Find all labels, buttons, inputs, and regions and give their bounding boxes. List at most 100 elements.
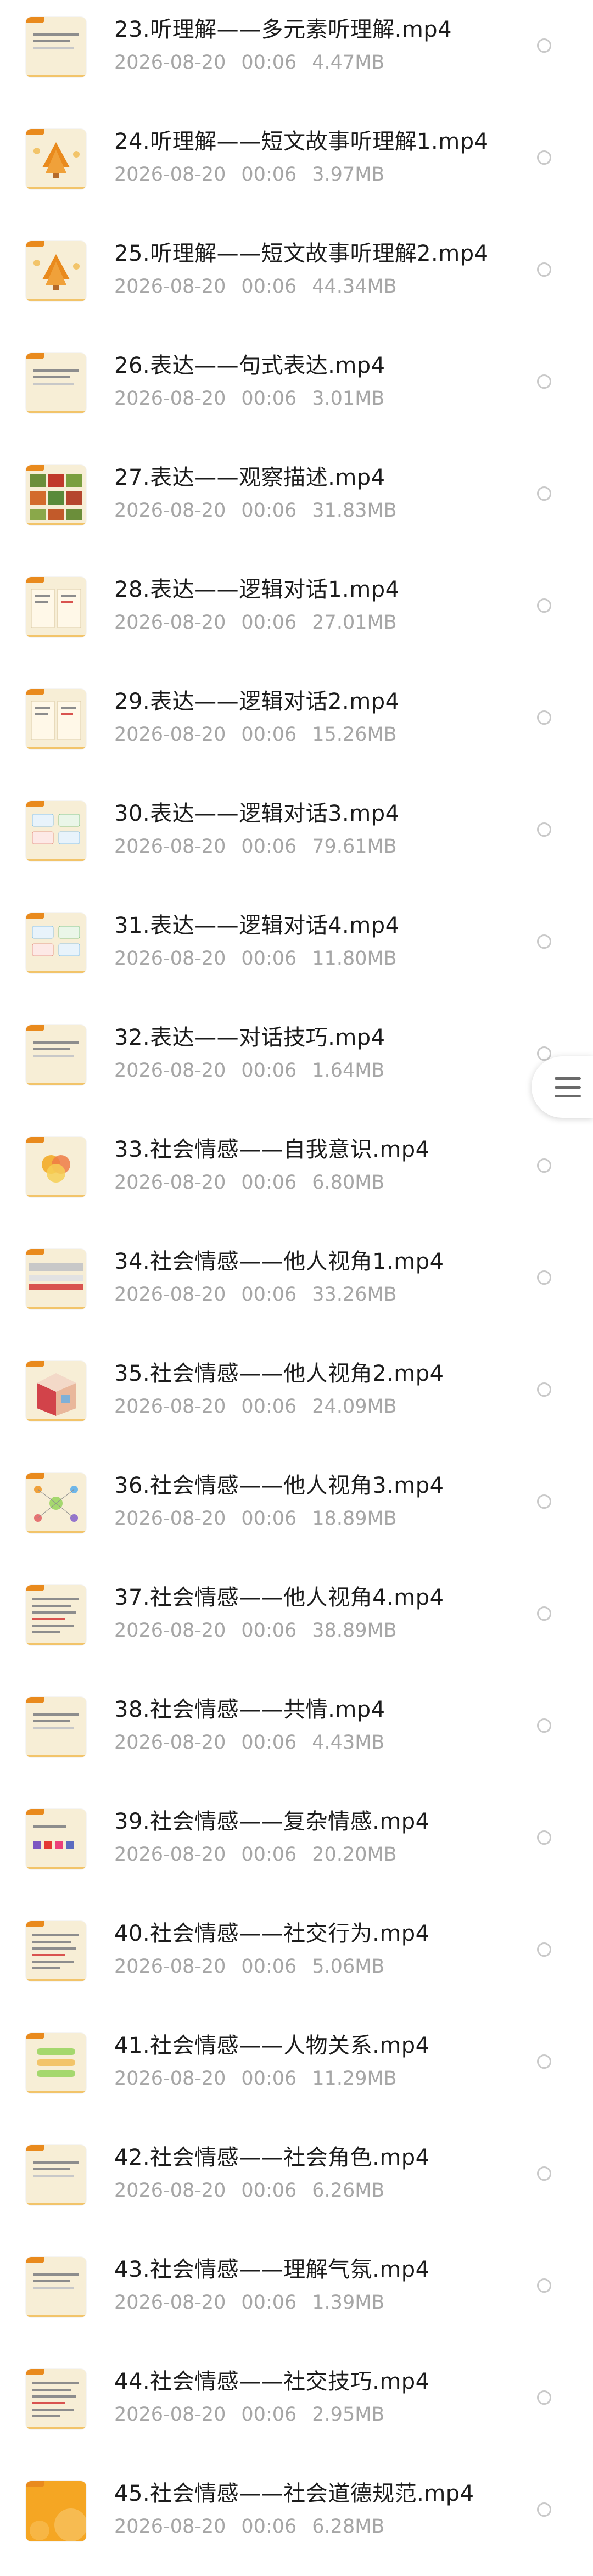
file-size: 79.61MB (312, 836, 397, 858)
video-thumbnail (26, 2481, 86, 2541)
file-row[interactable]: 35.社会情感——他人视角2.mp4 2026-08-20 00:06 24.09MB (0, 1344, 593, 1456)
file-meta: 2026-08-20 00:06 24.09MB (114, 1395, 412, 1419)
file-size: 4.43MB (312, 1732, 385, 1754)
file-row[interactable]: 31.表达——逻辑对话4.mp4 2026-08-20 00:06 11.80MB (0, 896, 593, 1008)
file-row[interactable]: 36.社会情感——他人视角3.mp4 2026-08-20 00:06 18.89MB (0, 1456, 593, 1568)
select-radio[interactable] (537, 1942, 551, 1957)
file-meta: 2026-08-20 00:06 3.97MB (114, 163, 400, 187)
file-row[interactable]: 44.社会情感——社交技巧.mp4 2026-08-20 00:06 2.95MB (0, 2352, 593, 2464)
file-row[interactable]: 33.社会情感——自我意识.mp4 2026-08-20 00:06 6.80MB (0, 1120, 593, 1232)
select-radio[interactable] (537, 262, 551, 277)
file-row[interactable]: 28.表达——逻辑对话1.mp4 2026-08-20 00:06 27.01MB (0, 560, 593, 672)
file-meta: 2026-08-20 00:06 11.80MB (114, 947, 412, 971)
file-date: 2026-08-20 (114, 2404, 226, 2426)
file-row[interactable]: 41.社会情感——人物关系.mp4 2026-08-20 00:06 11.29MB (0, 2016, 593, 2128)
select-radio[interactable] (537, 598, 551, 613)
select-radio[interactable] (537, 934, 551, 949)
file-size: 44.34MB (312, 276, 397, 298)
file-meta: 2026-08-20 00:06 6.28MB (114, 2515, 400, 2539)
select-radio[interactable] (537, 2054, 551, 2069)
select-radio[interactable] (537, 822, 551, 837)
select-radio[interactable] (537, 1158, 551, 1173)
file-meta: 2026-08-20 00:06 4.43MB (114, 1731, 400, 1755)
file-row[interactable]: 45.社会情感——社会道德规范.mp4 2026-08-20 00:06 6.28MB (0, 2464, 593, 2576)
select-radio[interactable] (537, 1382, 551, 1397)
file-row[interactable]: 27.表达——观察描述.mp4 2026-08-20 00:06 31.83MB (0, 448, 593, 560)
video-thumbnail (26, 689, 86, 749)
file-time: 00:06 (241, 1620, 297, 1642)
file-size: 6.80MB (312, 1172, 385, 1194)
file-name: 32.表达——对话技巧.mp4 (114, 1025, 385, 1050)
select-radio[interactable] (537, 38, 551, 53)
select-radio[interactable] (537, 1270, 551, 1285)
file-name: 28.表达——逻辑对话1.mp4 (114, 577, 400, 602)
select-radio[interactable] (537, 1830, 551, 1845)
file-time: 00:06 (241, 1956, 297, 1978)
file-date: 2026-08-20 (114, 500, 226, 522)
file-row[interactable]: 38.社会情感——共情.mp4 2026-08-20 00:06 4.43MB (0, 1680, 593, 1792)
file-size: 4.47MB (312, 52, 385, 74)
file-size: 11.80MB (312, 948, 397, 970)
video-thumbnail (26, 1585, 86, 1645)
video-thumbnail (26, 913, 86, 973)
video-thumbnail (26, 353, 86, 413)
file-row[interactable]: 25.听理解——短文故事听理解2.mp4 2026-08-20 00:06 44.34… (0, 224, 593, 336)
file-date: 2026-08-20 (114, 836, 226, 858)
file-date: 2026-08-20 (114, 388, 226, 410)
side-menu-handle[interactable] (532, 1056, 593, 1118)
file-time: 00:06 (241, 612, 297, 634)
file-name: 31.表达——逻辑对话4.mp4 (114, 913, 400, 938)
file-row[interactable]: 39.社会情感——复杂情感.mp4 2026-08-20 00:06 20.20MB (0, 1792, 593, 1904)
file-row[interactable]: 23.听理解——多元素听理解.mp4 2026-08-20 00:06 4.47MB (0, 0, 593, 112)
file-row[interactable]: 24.听理解——短文故事听理解1.mp4 2026-08-20 00:06 3.97M… (0, 112, 593, 224)
select-radio[interactable] (537, 2278, 551, 2293)
select-radio[interactable] (537, 710, 551, 725)
file-name: 44.社会情感——社交技巧.mp4 (114, 2369, 430, 2394)
file-row[interactable]: 29.表达——逻辑对话2.mp4 2026-08-20 00:06 15.26MB (0, 672, 593, 784)
file-meta: 2026-08-20 00:06 6.80MB (114, 1171, 400, 1195)
file-date: 2026-08-20 (114, 1732, 226, 1754)
file-row[interactable]: 32.表达——对话技巧.mp4 2026-08-20 00:06 1.64MB (0, 1008, 593, 1120)
file-date: 2026-08-20 (114, 948, 226, 970)
file-time: 00:06 (241, 1060, 297, 1082)
video-thumbnail (26, 2257, 86, 2317)
select-radio[interactable] (537, 1606, 551, 1621)
file-date: 2026-08-20 (114, 2068, 226, 2090)
file-time: 00:06 (241, 1844, 297, 1866)
video-thumbnail (26, 241, 86, 301)
select-radio[interactable] (537, 2502, 551, 2517)
file-row[interactable]: 43.社会情感——理解气氛.mp4 2026-08-20 00:06 1.39MB (0, 2240, 593, 2352)
select-radio[interactable] (537, 2166, 551, 2181)
select-radio[interactable] (537, 150, 551, 165)
file-date: 2026-08-20 (114, 1508, 226, 1530)
file-size: 11.29MB (312, 2068, 397, 2090)
select-radio[interactable] (537, 1494, 551, 1509)
file-date: 2026-08-20 (114, 1172, 226, 1194)
file-time: 00:06 (241, 2516, 297, 2538)
select-radio[interactable] (537, 486, 551, 501)
file-date: 2026-08-20 (114, 1396, 226, 1418)
file-meta: 2026-08-20 00:06 33.26MB (114, 1283, 412, 1307)
file-name: 42.社会情感——社会角色.mp4 (114, 2145, 430, 2170)
file-name: 23.听理解——多元素听理解.mp4 (114, 17, 452, 42)
select-radio[interactable] (537, 1718, 551, 1733)
file-row[interactable]: 30.表达——逻辑对话3.mp4 2026-08-20 00:06 79.61MB (0, 784, 593, 896)
file-name: 39.社会情感——复杂情感.mp4 (114, 1809, 430, 1834)
file-name: 43.社会情感——理解气氛.mp4 (114, 2257, 430, 2282)
file-row[interactable]: 37.社会情感——他人视角4.mp4 2026-08-20 00:06 38.89MB (0, 1568, 593, 1680)
file-date: 2026-08-20 (114, 1060, 226, 1082)
file-time: 00:06 (241, 2292, 297, 2314)
file-size: 5.06MB (312, 1956, 385, 1978)
video-thumbnail (26, 129, 86, 189)
file-name: 35.社会情感——他人视角2.mp4 (114, 1361, 444, 1386)
file-row[interactable]: 34.社会情感——他人视角1.mp4 2026-08-20 00:06 33.26MB (0, 1232, 593, 1344)
file-row[interactable]: 26.表达——句式表达.mp4 2026-08-20 00:06 3.01MB (0, 336, 593, 448)
file-row[interactable]: 42.社会情感——社会角色.mp4 2026-08-20 00:06 6.26MB (0, 2128, 593, 2240)
select-radio[interactable] (537, 374, 551, 389)
file-row[interactable]: 40.社会情感——社交行为.mp4 2026-08-20 00:06 5.06MB (0, 1904, 593, 2016)
select-radio[interactable] (537, 2390, 551, 2405)
file-size: 27.01MB (312, 612, 397, 634)
file-time: 00:06 (241, 52, 297, 74)
file-size: 1.64MB (312, 1060, 385, 1082)
file-date: 2026-08-20 (114, 52, 226, 74)
